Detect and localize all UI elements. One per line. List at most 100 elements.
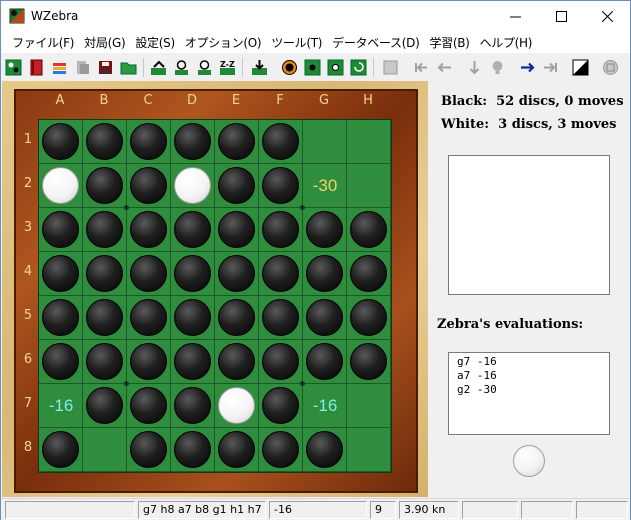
board-cell-c2[interactable]: [127, 164, 171, 208]
board-cell-e8[interactable]: [215, 428, 259, 472]
board-cell-b5[interactable]: [83, 296, 127, 340]
board-cell-f7[interactable]: [259, 384, 303, 428]
board-cell-e7[interactable]: [215, 384, 259, 428]
maximize-button[interactable]: [538, 1, 584, 31]
open-book-button[interactable]: [27, 58, 46, 77]
board-cell-h6[interactable]: [347, 340, 391, 384]
board-cell-a2[interactable]: [39, 164, 83, 208]
board-cell-f6[interactable]: [259, 340, 303, 384]
board-cell-f8[interactable]: [259, 428, 303, 472]
board-cell-e5[interactable]: [215, 296, 259, 340]
board-cell-g5[interactable]: [303, 296, 347, 340]
close-button[interactable]: [584, 1, 630, 31]
board-cell-h5[interactable]: [347, 296, 391, 340]
board-button[interactable]: [303, 58, 322, 77]
zz-button[interactable]: Z-Z: [218, 58, 237, 77]
board-cell-g4[interactable]: [303, 252, 347, 296]
coin-button[interactable]: [601, 58, 620, 77]
back-button[interactable]: [435, 58, 454, 77]
othello-board[interactable]: -30 -16 -16: [38, 119, 392, 473]
download-button[interactable]: [250, 58, 269, 77]
minimize-button[interactable]: [492, 1, 538, 31]
forward-button[interactable]: [518, 58, 537, 77]
board-cell-h1[interactable]: [347, 120, 391, 164]
board-cell-f4[interactable]: [259, 252, 303, 296]
board-cell-g1[interactable]: [303, 120, 347, 164]
board-cell-b3[interactable]: [83, 208, 127, 252]
board-cell-d6[interactable]: [171, 340, 215, 384]
folder-button[interactable]: [119, 58, 138, 77]
board-cell-c8[interactable]: [127, 428, 171, 472]
board-cell-e4[interactable]: [215, 252, 259, 296]
hint-button[interactable]: [488, 58, 507, 77]
menu-tools[interactable]: ツール(T): [266, 34, 327, 51]
board-cell-h4[interactable]: [347, 252, 391, 296]
last-move-button[interactable]: [541, 58, 560, 77]
board-cell-c1[interactable]: [127, 120, 171, 164]
board-cell-a5[interactable]: [39, 296, 83, 340]
board-cell-g3[interactable]: [303, 208, 347, 252]
board-cell-d1[interactable]: [171, 120, 215, 164]
board-cell-d2[interactable]: [171, 164, 215, 208]
board-cell-h7[interactable]: [347, 384, 391, 428]
contrast-button[interactable]: [571, 58, 590, 77]
board-cell-b1[interactable]: [83, 120, 127, 164]
board-cell-e3[interactable]: [215, 208, 259, 252]
board-cell-a6[interactable]: [39, 340, 83, 384]
board-cell-a4[interactable]: [39, 252, 83, 296]
first-move-button[interactable]: [412, 58, 431, 77]
menu-options[interactable]: オプション(O): [180, 34, 266, 51]
board-cell-h2[interactable]: [347, 164, 391, 208]
board-cell-b2[interactable]: [83, 164, 127, 208]
setup-button[interactable]: [381, 58, 400, 77]
print-button[interactable]: [73, 58, 92, 77]
board-cell-g6[interactable]: [303, 340, 347, 384]
board-cell-f2[interactable]: [259, 164, 303, 208]
board-cell-b4[interactable]: [83, 252, 127, 296]
board-2-button[interactable]: [326, 58, 345, 77]
board-cell-f3[interactable]: [259, 208, 303, 252]
menu-help[interactable]: ヘルプ(H): [475, 34, 538, 51]
board-cell-c4[interactable]: [127, 252, 171, 296]
board-cell-e2[interactable]: [215, 164, 259, 208]
board-cell-b7[interactable]: [83, 384, 127, 428]
board-cell-d5[interactable]: [171, 296, 215, 340]
board-cell-d7[interactable]: [171, 384, 215, 428]
board-cell-h3[interactable]: [347, 208, 391, 252]
user-play-button[interactable]: [172, 58, 191, 77]
board-cell-d4[interactable]: [171, 252, 215, 296]
board-cell-b6[interactable]: [83, 340, 127, 384]
menu-game[interactable]: 対局(G): [79, 34, 130, 51]
board-cell-g8[interactable]: [303, 428, 347, 472]
down-icon: [469, 61, 480, 75]
board-cell-a3[interactable]: [39, 208, 83, 252]
open-file-button[interactable]: [50, 58, 69, 77]
board-cell-d3[interactable]: [171, 208, 215, 252]
save-button[interactable]: [96, 58, 115, 77]
rotate-button[interactable]: [349, 58, 368, 77]
user-play-2-button[interactable]: [195, 58, 214, 77]
down-button[interactable]: [465, 58, 484, 77]
new-game-button[interactable]: [4, 58, 23, 77]
board-cell-a8[interactable]: [39, 428, 83, 472]
board-cell-e6[interactable]: [215, 340, 259, 384]
menu-learn[interactable]: 学習(B): [424, 34, 474, 51]
menu-database[interactable]: データベース(D): [327, 34, 424, 51]
board-cell-f1[interactable]: [259, 120, 303, 164]
board-cell-h8[interactable]: [347, 428, 391, 472]
board-cell-c7[interactable]: [127, 384, 171, 428]
board-cell-c3[interactable]: [127, 208, 171, 252]
board-cell-c6[interactable]: [127, 340, 171, 384]
board-cell-a1[interactable]: [39, 120, 83, 164]
board-cell-d8[interactable]: [171, 428, 215, 472]
stop-button[interactable]: [280, 58, 299, 77]
column-label: E: [231, 93, 241, 108]
board-cell-f5[interactable]: [259, 296, 303, 340]
board-cell-e1[interactable]: [215, 120, 259, 164]
menu-settings[interactable]: 設定(S): [130, 34, 179, 51]
board-cell-c5[interactable]: [127, 296, 171, 340]
play-forward-button[interactable]: [149, 58, 168, 77]
board-cell-b8[interactable]: [83, 428, 127, 472]
menu-file[interactable]: ファイル(F): [7, 34, 79, 51]
black-disc: [42, 123, 79, 160]
